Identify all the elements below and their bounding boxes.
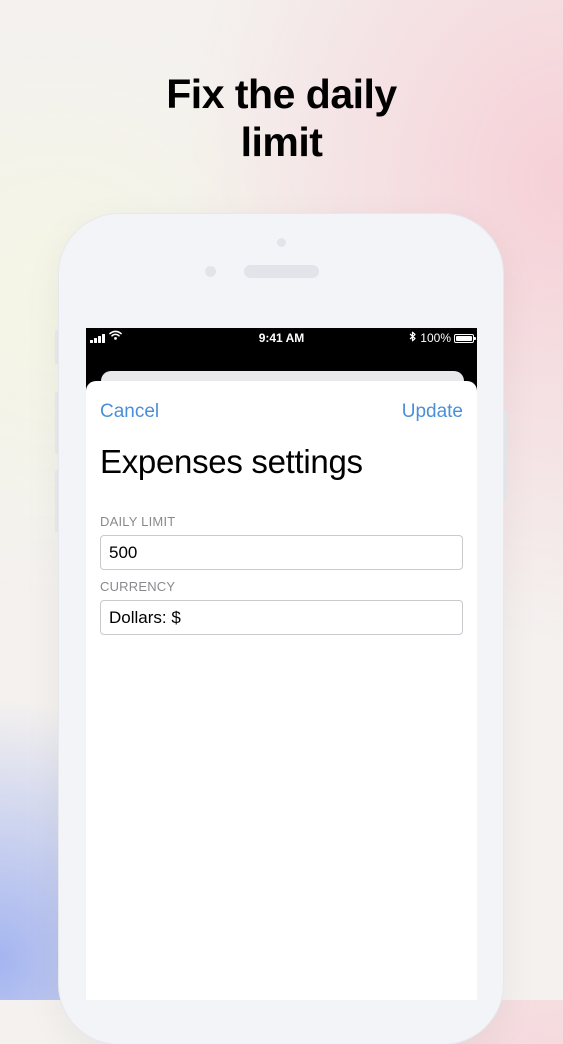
currency-input[interactable]: [100, 600, 463, 635]
daily-limit-input[interactable]: [100, 535, 463, 570]
battery-icon: [454, 333, 476, 343]
headline-line-1: Fix the daily: [166, 71, 397, 117]
page-title: Expenses settings: [100, 443, 363, 480]
phone-screen: 9:41 AM 100% Cancel Update Expenses sett…: [86, 328, 477, 1000]
phone-speaker: [244, 265, 319, 278]
headline-line-2: limit: [240, 119, 323, 165]
settings-sheet: Cancel Update Expenses settings DAILY LI…: [86, 381, 477, 1000]
phone-sensor: [205, 266, 216, 277]
headline: Fix the daily limit: [0, 70, 563, 166]
sheet-nav-bar: Cancel Update: [86, 401, 477, 429]
status-bar: 9:41 AM 100%: [86, 328, 477, 348]
update-button[interactable]: Update: [402, 401, 463, 423]
phone-camera: [277, 238, 286, 247]
bluetooth-icon: [409, 331, 417, 345]
battery-percent: 100%: [420, 331, 451, 345]
daily-limit-label: DAILY LIMIT: [100, 514, 176, 529]
cancel-button[interactable]: Cancel: [100, 401, 159, 423]
currency-label: CURRENCY: [100, 579, 176, 594]
phone-power-button: [503, 410, 507, 500]
